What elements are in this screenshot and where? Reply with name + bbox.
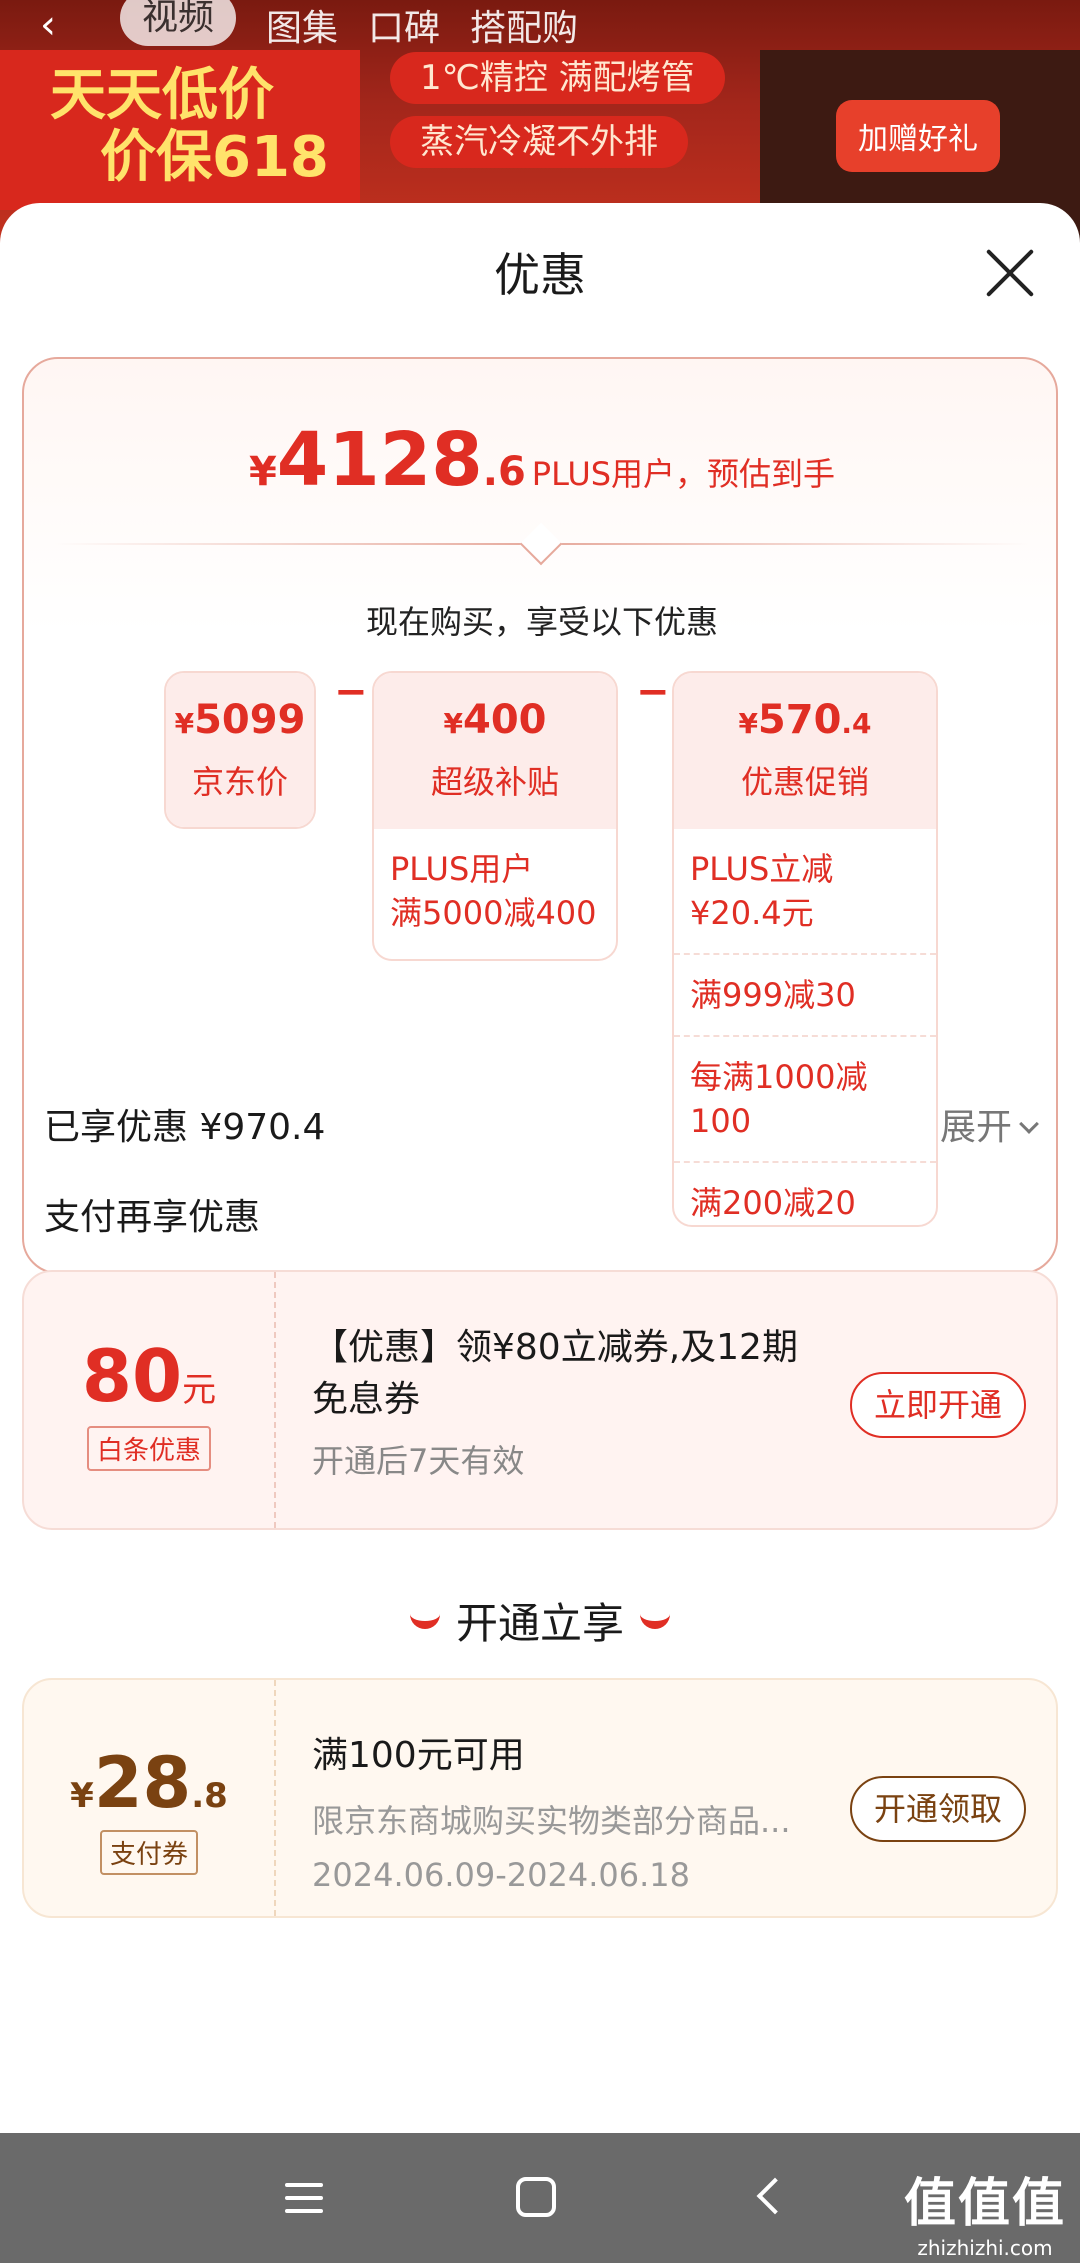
chevron-down-icon	[1019, 1114, 1039, 1134]
promotion-label: 优惠促销	[740, 763, 869, 801]
promotion-value: 570	[757, 697, 842, 743]
coupon2-date-range: 2024.06.09-2024.06.18	[312, 1856, 690, 1894]
coupon2-yen: ¥	[70, 1776, 94, 1816]
tab-video[interactable]: 视频	[120, 0, 237, 46]
watermark-text: 值值值	[903, 2174, 1066, 2234]
coupon-tag: 白条优惠	[86, 1426, 211, 1471]
promo-banner: 天天低价 价保618	[0, 50, 360, 210]
sheet-title: 优惠	[494, 248, 586, 302]
tab-reviews[interactable]: 口碑	[368, 0, 440, 51]
buy-note: 现在购买，享受以下优惠	[365, 603, 718, 641]
baitiao-coupon: 80元 白条优惠 【优惠】领¥80立减券,及12期免息券 开通后7天有效 立即开…	[22, 1270, 1058, 1530]
promotion-row: 满200减20	[674, 1161, 936, 1225]
coupon2-decimal: .8	[191, 1776, 228, 1816]
subsidy-label: 超级补贴	[430, 763, 559, 801]
expand-label: 展开	[939, 1107, 1012, 1148]
expand-button[interactable]: 展开	[939, 1098, 1039, 1150]
coupon2-tag: 支付券	[99, 1830, 198, 1875]
coupon-title: 【优惠】领¥80立减券,及12期免息券	[312, 1327, 798, 1420]
coupon-unit: 元	[182, 1370, 217, 1410]
minus-sign: −	[334, 669, 368, 715]
enjoyed-discount: 已享优惠 ¥970.4	[44, 1107, 326, 1148]
home-icon[interactable]	[516, 2177, 556, 2217]
estimate-integer: 4128	[276, 417, 483, 503]
system-nav-bar: 值值值 zhizhizhi.com	[0, 2133, 1080, 2263]
promotion-box: ¥570.4 优惠促销 PLUS立减 ¥20.4元 满999减30 每满1000…	[672, 671, 938, 1227]
super-subsidy-box: ¥400 超级补贴 PLUS用户 满5000减400	[372, 671, 618, 961]
feature-pill-1: 1℃精控 满配烤管	[390, 52, 725, 104]
product-tabs: ‹ 视频 图集 口碑 搭配购	[0, 0, 1080, 50]
watermark-domain: zhizhizhi.com	[917, 2236, 1053, 2260]
pay-more-title: 支付再享优惠	[44, 1197, 261, 1238]
back-icon[interactable]: ‹	[40, 2, 90, 48]
coupon2-integer: 28	[93, 1742, 192, 1824]
open-claim-button[interactable]: 开通领取	[849, 1776, 1026, 1842]
divider-notch	[519, 522, 563, 566]
gift-badge: 加赠好礼	[836, 100, 1000, 172]
promotion-row: 满999减30	[674, 953, 936, 1035]
payment-coupon: ¥28.8 支付券 满100元可用 限京东商城购买实物类部分商品... 2024…	[22, 1678, 1058, 1918]
tab-bundle[interactable]: 搭配购	[470, 0, 578, 51]
jd-price-box: ¥5099 京东价	[164, 671, 316, 829]
estimated-price: ¥4128.6 PLUS用户，预估到手	[24, 417, 1060, 503]
close-icon[interactable]	[982, 245, 1038, 301]
back-icon[interactable]	[756, 2177, 794, 2215]
subsidy-value: 400	[462, 697, 547, 743]
estimate-label: PLUS用户，预估到手	[531, 455, 836, 493]
jd-price-label: 京东价	[191, 763, 288, 801]
feature-pill-2: 蒸汽冷凝不外排	[390, 116, 688, 168]
jd-price-value: 5099	[194, 697, 306, 743]
estimate-decimal: .6	[482, 449, 526, 495]
watermark: 值值值 zhizhizhi.com	[904, 2161, 1066, 2260]
smile-icon	[640, 1613, 670, 1629]
activate-now-button[interactable]: 立即开通	[849, 1372, 1026, 1438]
coupon2-title: 满100元可用	[312, 1735, 525, 1776]
tab-gallery[interactable]: 图集	[266, 0, 338, 51]
menu-icon[interactable]	[285, 2183, 323, 2213]
open-now-header: 开通立享	[0, 1590, 1080, 1651]
coupon2-subtitle: 限京东商城购买实物类部分商品...	[312, 1802, 791, 1840]
promotion-value-decimal: .4	[841, 707, 872, 740]
promotion-row: 每满1000减100	[674, 1035, 936, 1161]
subsidy-row: PLUS用户 满5000减400	[390, 850, 597, 932]
promo-line-2: 价保618	[100, 125, 329, 190]
promotion-row: PLUS立减 ¥20.4元	[690, 850, 834, 932]
minus-sign: −	[636, 669, 670, 715]
estimate-yen: ¥	[248, 449, 277, 495]
smile-icon	[409, 1613, 440, 1629]
coupon-amount: 80	[81, 1334, 183, 1418]
open-now-label: 开通立享	[455, 1599, 624, 1648]
coupon-subtitle: 开通后7天有效	[312, 1442, 525, 1480]
